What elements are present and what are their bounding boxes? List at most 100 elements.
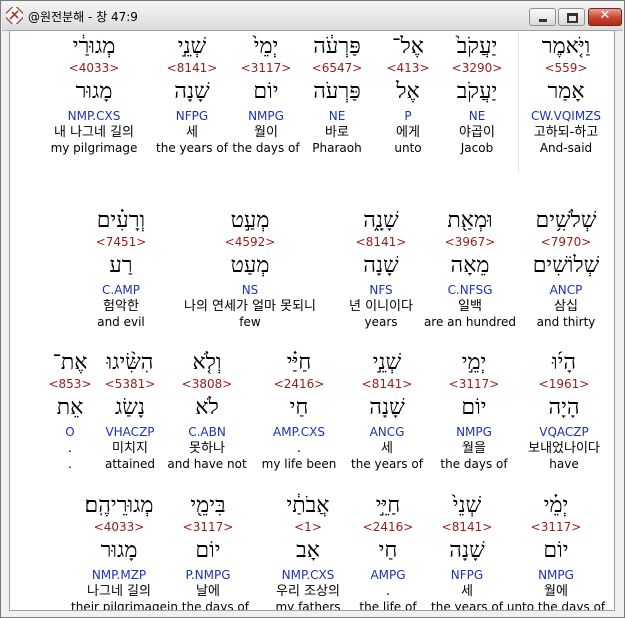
word-cell[interactable]: אֶל־ <413> אֶל P 에게 unto	[378, 33, 438, 156]
title-bar[interactable]: @원전분해 - 창 47:9 ✕	[2, 2, 623, 31]
strong-number: <3967>	[444, 235, 496, 249]
word-cell[interactable]: שְׁנֵ֣י <8141> שָׁנָה ANCG 세 the years of	[345, 349, 429, 472]
korean-gloss: 미치지	[112, 441, 148, 456]
strong-number: <7451>	[95, 235, 147, 249]
word-cell[interactable]: יַעֲקֹב֙ <3290> יַעֲקֹב NE 야곱이 Jacob	[442, 33, 512, 156]
word-cell[interactable]: חַיֵּ֣י <2416> חַי AMPG. the life of	[348, 492, 428, 611]
korean-gloss: 세	[461, 584, 473, 599]
word-cell[interactable]: יְמֵי֙ <3117> יוֹם NMPG 월이 the days of	[225, 33, 307, 156]
strong-number: <2416>	[362, 520, 414, 534]
english-gloss: unto	[394, 141, 422, 155]
word-cell[interactable]: הִשִּׂ֨יגוּ <5381> נָשַׂג VHACZP 미치지 attained	[95, 349, 165, 472]
word-cell[interactable]: אֲבֹתַ֔י <1> אָב NMP.CXS 우리 조상의 my fathers	[266, 492, 350, 611]
english-gloss: their pilgrimage	[71, 600, 167, 611]
lexical-form: שָׁנָה	[174, 79, 210, 104]
english-gloss: have	[549, 457, 579, 471]
strong-number: <5381>	[104, 377, 156, 391]
korean-gloss: .	[67, 441, 73, 456]
english-gloss: the life of	[359, 600, 417, 611]
word-cell[interactable]: יְמֵ֗י <3117> יוֹם NMPG 월에 unto the days of	[504, 492, 608, 610]
lexical-form: יוֹם	[461, 395, 487, 420]
strong-number: <6547>	[311, 61, 363, 75]
word-cell[interactable]: אֶת־ <853> אֵת O..	[45, 349, 95, 472]
word-cell[interactable]: הָי֜וּ <1961> הָיָה VQACZP 보내었나이다 have	[514, 349, 614, 472]
korean-gloss: 고하되-하고	[533, 125, 599, 140]
lexical-form: רַע	[109, 253, 133, 278]
word-cell[interactable]: שְׁנֵ֣י <8141> שָׁנָה NFPG 세 the years of	[151, 33, 233, 156]
korean-gloss: 나그네 길의	[87, 584, 151, 599]
lexical-form: אֵת	[56, 395, 84, 420]
english-gloss: few	[239, 315, 261, 329]
morphology-code: NE	[328, 109, 346, 123]
lexical-form: מָגוּר	[100, 538, 138, 563]
hebrew-word: הִשִּׂ֨יגוּ	[106, 350, 154, 375]
lexical-form: יוֹם	[543, 538, 569, 563]
hebrew-word: אֲבֹתַ֔י	[286, 493, 330, 518]
word-cell[interactable]: חַיַּ֗י <2416> חַי AMP.CXS. my life been	[257, 349, 341, 472]
english-gloss: my fathers	[275, 600, 341, 611]
hebrew-word: הָי֜וּ	[551, 350, 577, 375]
app-logo-icon	[6, 7, 23, 24]
english-gloss: my pilgrimage	[50, 141, 138, 155]
word-cell-selected[interactable]: וַיֹּ֤אמֶר <559> אָמַר CW.VQIMZS 고하되-하고 And-s…	[519, 33, 613, 156]
verse-analysis-panel: וַיֹּ֤אמֶר <559> אָמַר CW.VQIMZS 고하되-하고 And-s…	[9, 30, 615, 611]
strong-number: <3290>	[451, 61, 503, 75]
morphology-code: VQACZP	[539, 425, 589, 439]
strong-number: <8141>	[166, 61, 218, 75]
morphology-code: P	[404, 109, 412, 123]
morphology-code: C.ABN	[188, 425, 226, 439]
lexical-form: יוֹם	[195, 538, 221, 563]
word-cell[interactable]: וְרָעִ֗ים <7451> רַע C.AMP 험악한 and evil	[81, 207, 161, 330]
korean-gloss: 월이	[254, 125, 278, 140]
lexical-form: חַי	[378, 538, 398, 563]
word-cell[interactable]: מְעַ֣ט <4592> מְעַט NS 나의 연세가 얼마 못되니 few	[152, 207, 348, 330]
lexical-form: שָׁנָה	[449, 538, 485, 563]
hebrew-word: וּמְאַ֖ת	[447, 208, 493, 233]
strong-number: <1>	[294, 520, 322, 534]
word-cell[interactable]: וְלֹ֤א <3808> לֹא C.ABN 못하나 and have not	[165, 349, 249, 472]
strong-number: <3117>	[448, 377, 500, 391]
app-window: @원전분해 - 창 47:9 ✕ וַיֹּ֤אמֶר <559> אָמַר CW.…	[0, 0, 625, 618]
korean-gloss: 날에	[196, 584, 220, 599]
word-cell[interactable]: יְמֵ֣י <3117> יוֹם NMPG 월을 the days of	[433, 349, 515, 472]
strong-number: <3117>	[182, 520, 234, 534]
minimize-button[interactable]	[529, 8, 556, 26]
word-cell[interactable]: שְׁנֵי֙ <8141> שָׁנָה NFPG 세 the years of	[425, 492, 509, 610]
morphology-code: CW.VQIMZS	[530, 109, 602, 123]
hebrew-word: חַיֵּ֣י	[375, 493, 401, 518]
hebrew-word: וְרָעִ֗ים	[96, 208, 146, 233]
lexical-form: מְעַט	[230, 253, 270, 278]
word-cell[interactable]: פַּרְעֹ֔ה <6547> פַּרְעֹה NE 바로 Pharaoh	[304, 33, 370, 156]
word-cell[interactable]: מְגוּרַ֔י <4033> מָגוּר NMP.CXS 내 나그네 길의 my p…	[38, 33, 150, 156]
korean-gloss: 월에	[544, 584, 568, 599]
hebrew-word: וְלֹ֤א	[192, 350, 222, 375]
hebrew-word: מְעַ֣ט	[230, 208, 270, 233]
english-gloss: the years of	[156, 141, 228, 155]
morphology-code: O	[65, 425, 75, 439]
lexical-form: פַּרְעֹה	[313, 79, 361, 104]
morphology-code: ANCG	[369, 425, 405, 439]
korean-gloss: 세	[381, 441, 393, 456]
maximize-button[interactable]	[558, 8, 585, 26]
close-icon: ✕	[599, 8, 611, 23]
word-cell[interactable]: וּמְאַ֖ת <3967> מֵאָה C.NFSG 일백 are an hundre…	[415, 207, 525, 330]
word-cell[interactable]: שְׁלֹשִׁ֥ים <7970> שְׁלוֹשִׁים ANCP 삼십 and th…	[526, 207, 606, 330]
korean-gloss: 험악한	[103, 299, 139, 314]
english-gloss: the days of	[440, 457, 508, 471]
morphology-code: P.NMPG	[185, 568, 231, 582]
word-cell[interactable]: בִּימֵ֖י <3117> יוֹם P.NMPG 날에 in the days of	[166, 492, 250, 610]
lexical-form: יַעֲקֹב	[456, 79, 498, 104]
hebrew-word: יְמֵ֗י	[543, 493, 569, 518]
english-gloss: are an hundred	[423, 315, 517, 329]
lexical-form: נָשַׂג	[115, 395, 145, 420]
hebrew-word: מְגוּרֵיהֶֽם׃	[84, 493, 154, 518]
korean-gloss: 야곱이	[459, 125, 495, 140]
strong-number: <2416>	[273, 377, 325, 391]
close-button[interactable]: ✕	[588, 8, 622, 26]
word-cell[interactable]: מְגוּרֵיהֶֽם׃ <4033> מָגוּר NMP.MZP 나그네 길의 th…	[61, 492, 177, 611]
lexical-form: אֶל	[396, 79, 420, 104]
hebrew-word: אֶת־	[52, 350, 88, 375]
hebrew-word: שְׁלֹשִׁ֥ים	[535, 208, 597, 233]
english-gloss: and have not	[167, 457, 247, 471]
korean-gloss: .	[296, 441, 302, 456]
